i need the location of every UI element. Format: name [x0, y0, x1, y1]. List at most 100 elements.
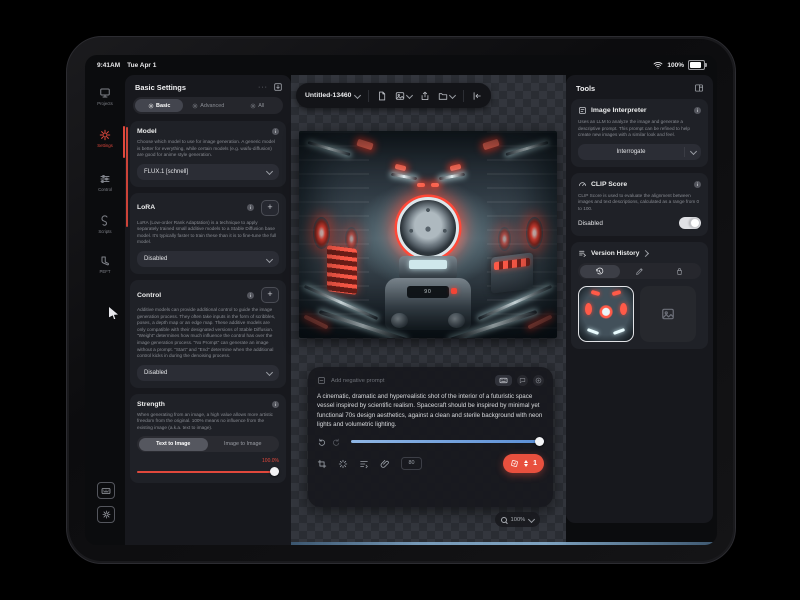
zoom-level: 100%: [510, 516, 526, 523]
files-button[interactable]: [438, 91, 457, 101]
generation-settings-icon[interactable]: [338, 459, 348, 469]
chevron-down-icon: [265, 369, 274, 377]
version-history-header[interactable]: Version History: [578, 249, 701, 258]
status-bar: 9:41AM Tue Apr 1 100%: [85, 55, 717, 75]
add-lora-button[interactable]: +: [261, 199, 279, 216]
image-placeholder-icon: [661, 307, 675, 321]
card-title: CLIP Score: [591, 180, 628, 188]
version-thumbnails: [578, 286, 701, 343]
strength-slider[interactable]: [137, 467, 279, 477]
sidebar-item-peft[interactable]: PEFT: [85, 255, 125, 274]
info-icon[interactable]: [247, 204, 254, 212]
version-thumbnail-placeholder[interactable]: [640, 286, 696, 343]
lora-card: LoRA + LoRA (Low-order Rank Adaptation) …: [130, 192, 286, 275]
batch-stepper[interactable]: [524, 459, 529, 468]
model-select[interactable]: FLUX.1 [schnell]: [137, 163, 279, 180]
chevron-down-icon: [449, 91, 457, 100]
sidebar-item-scripts[interactable]: Scripts: [85, 215, 125, 234]
sidebar-item-label: PEFT: [99, 269, 111, 274]
plus-circle-icon: [535, 377, 542, 384]
sidebar-item-settings[interactable]: Settings: [85, 126, 125, 158]
undo-icon[interactable]: [317, 437, 326, 446]
info-icon[interactable]: [272, 400, 279, 408]
zoom-control[interactable]: 100%: [495, 512, 540, 527]
lora-select[interactable]: Disabled: [137, 251, 279, 268]
more-options-icon[interactable]: ···: [258, 84, 268, 91]
canvas-bottom-edge-glow: [291, 542, 717, 545]
version-history-segmented: [578, 263, 701, 280]
image-icon: [395, 91, 405, 101]
insert-image-button[interactable]: [395, 91, 414, 101]
segment-history[interactable]: [579, 264, 620, 278]
version-history-card: Version History: [571, 242, 708, 350]
version-thumbnail-selected[interactable]: [578, 286, 634, 343]
lora-select-value: Disabled: [144, 256, 168, 263]
segment-text-to-image[interactable]: Text to Image: [138, 437, 208, 451]
queue-icon[interactable]: [359, 459, 369, 469]
info-icon[interactable]: [694, 107, 701, 114]
segment-layers[interactable]: [660, 265, 700, 278]
slider-knob[interactable]: [535, 436, 544, 446]
tab-all[interactable]: All: [233, 99, 281, 112]
chevron-down-icon: [265, 168, 274, 176]
attachment-icon[interactable]: [380, 459, 390, 469]
generate-icon: [510, 459, 519, 468]
collapse-panel-button[interactable]: [472, 91, 482, 101]
negative-prompt-input[interactable]: Add negative prompt: [331, 378, 490, 384]
divider: [463, 89, 465, 102]
share-button[interactable]: [420, 91, 430, 101]
guidance-row: [317, 436, 544, 446]
card-title: Version History: [591, 250, 640, 258]
canvas-size-icon[interactable]: [317, 459, 327, 469]
tab-advanced[interactable]: Advanced: [184, 99, 232, 112]
card-description: Choose which model to use for image gene…: [137, 139, 275, 158]
control-select[interactable]: Disabled: [137, 364, 279, 381]
clip-score-icon: [578, 180, 587, 189]
negative-prompt-row: Add negative prompt: [317, 375, 544, 386]
clip-score-toggle[interactable]: [679, 217, 701, 230]
new-document-button[interactable]: [377, 91, 387, 101]
add-control-button[interactable]: +: [261, 287, 279, 304]
keyboard-toggle-button[interactable]: [495, 375, 512, 386]
canvas-area[interactable]: Untitled-13460 90 Add negative prompt A …: [291, 75, 566, 545]
sidebar-item-projects[interactable]: Projects: [85, 87, 125, 106]
card-title: Strength: [137, 400, 165, 408]
keyboard-shortcuts-button[interactable]: [97, 482, 115, 499]
generate-button[interactable]: 1: [503, 454, 544, 474]
chevron-down-icon: [689, 148, 697, 156]
gear-icon: [148, 103, 154, 109]
prompt-history-button[interactable]: [517, 375, 528, 386]
info-icon[interactable]: [694, 180, 701, 188]
info-icon[interactable]: [247, 291, 254, 299]
panel-toggle-icon[interactable]: [694, 83, 704, 93]
tab-basic[interactable]: Basic: [135, 99, 183, 112]
segment-edits[interactable]: [620, 265, 660, 278]
generated-image[interactable]: 90: [299, 131, 557, 338]
prompt-input[interactable]: A cinematic, dramatic and hyperrealistic…: [317, 392, 544, 429]
wifi-icon: [653, 60, 663, 70]
slider-knob[interactable]: [270, 467, 279, 477]
chevron-down-icon: [527, 515, 535, 524]
slider-track: [351, 440, 544, 443]
tab-label: Advanced: [200, 102, 225, 109]
app-settings-button[interactable]: [97, 506, 115, 523]
sidebar-item-label: Scripts: [98, 229, 112, 234]
gear-icon: [250, 103, 256, 109]
document-title-button[interactable]: Untitled-13460: [305, 91, 362, 100]
guidance-slider[interactable]: [351, 436, 544, 446]
info-icon[interactable]: [272, 128, 279, 135]
steps-badge[interactable]: 80: [401, 457, 422, 471]
card-description: When generating from an image, a high va…: [137, 411, 274, 430]
settings-panel-header: Basic Settings ···: [125, 75, 291, 97]
expand-prompt-button[interactable]: [533, 375, 544, 386]
tab-label: All: [258, 102, 265, 109]
redo-icon[interactable]: [332, 437, 341, 446]
status-date: Tue Apr 1: [127, 61, 157, 69]
panel-scrollbar[interactable]: [126, 127, 128, 227]
save-preset-icon[interactable]: [273, 82, 283, 92]
segment-image-to-image[interactable]: Image to Image: [208, 438, 278, 451]
interrogate-button[interactable]: Interrogate: [578, 143, 701, 160]
tools-panel: Tools Image Interpreter Uses an LLM to a…: [566, 75, 713, 523]
scripts-icon: [99, 215, 111, 227]
sidebar-item-control[interactable]: Control: [85, 173, 125, 192]
